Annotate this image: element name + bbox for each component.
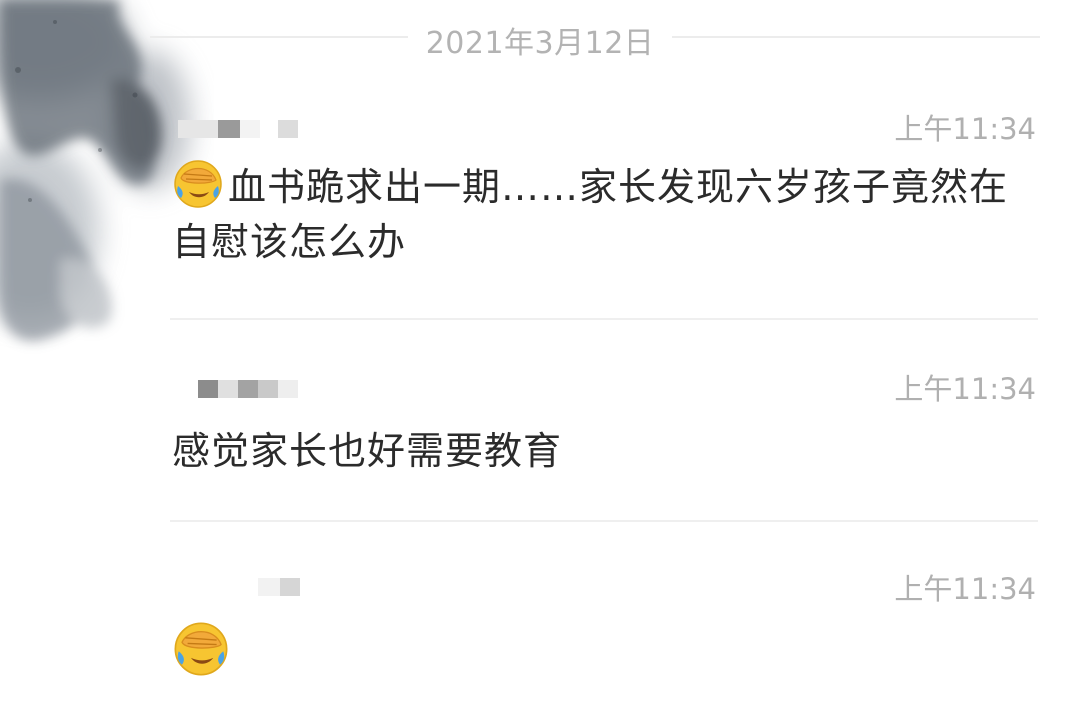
face-palm-crying-emoji-icon xyxy=(174,160,222,208)
comment-time: 上午11:34 xyxy=(894,572,1036,606)
comment-divider xyxy=(170,520,1038,522)
comment-text: 血书跪求出一期……家长发现六岁孩子竟然在自慰该怎么办 xyxy=(172,158,1042,270)
comment-item[interactable]: 上午11:34 感觉家长也好需要教育 xyxy=(0,362,1080,522)
username-redacted[interactable] xyxy=(258,578,302,596)
comment-text-body: 血书跪求出一期……家长发现六岁孩子竟然在自慰该怎么办 xyxy=(172,165,1009,264)
comment-divider xyxy=(170,318,1038,320)
comment-time: 上午11:34 xyxy=(894,372,1036,406)
face-palm-crying-emoji-icon xyxy=(174,622,228,676)
username-redacted[interactable] xyxy=(178,120,302,138)
date-label: 2021年3月12日 xyxy=(425,26,655,61)
date-divider-right xyxy=(672,36,1040,38)
comment-item[interactable]: 上午11:34 血书跪求出一期……家长发现六岁孩子竟然在自慰该怎么办 xyxy=(0,100,1080,320)
comment-time: 上午11:34 xyxy=(894,112,1036,146)
comment-text: 感觉家长也好需要教育 xyxy=(172,429,563,473)
username-redacted[interactable] xyxy=(198,380,302,398)
date-separator: 2021年3月12日 xyxy=(0,14,1080,61)
date-divider-left xyxy=(150,36,408,38)
comment-item[interactable]: 上午11:34 xyxy=(0,562,1080,722)
comment-text xyxy=(172,620,1042,683)
